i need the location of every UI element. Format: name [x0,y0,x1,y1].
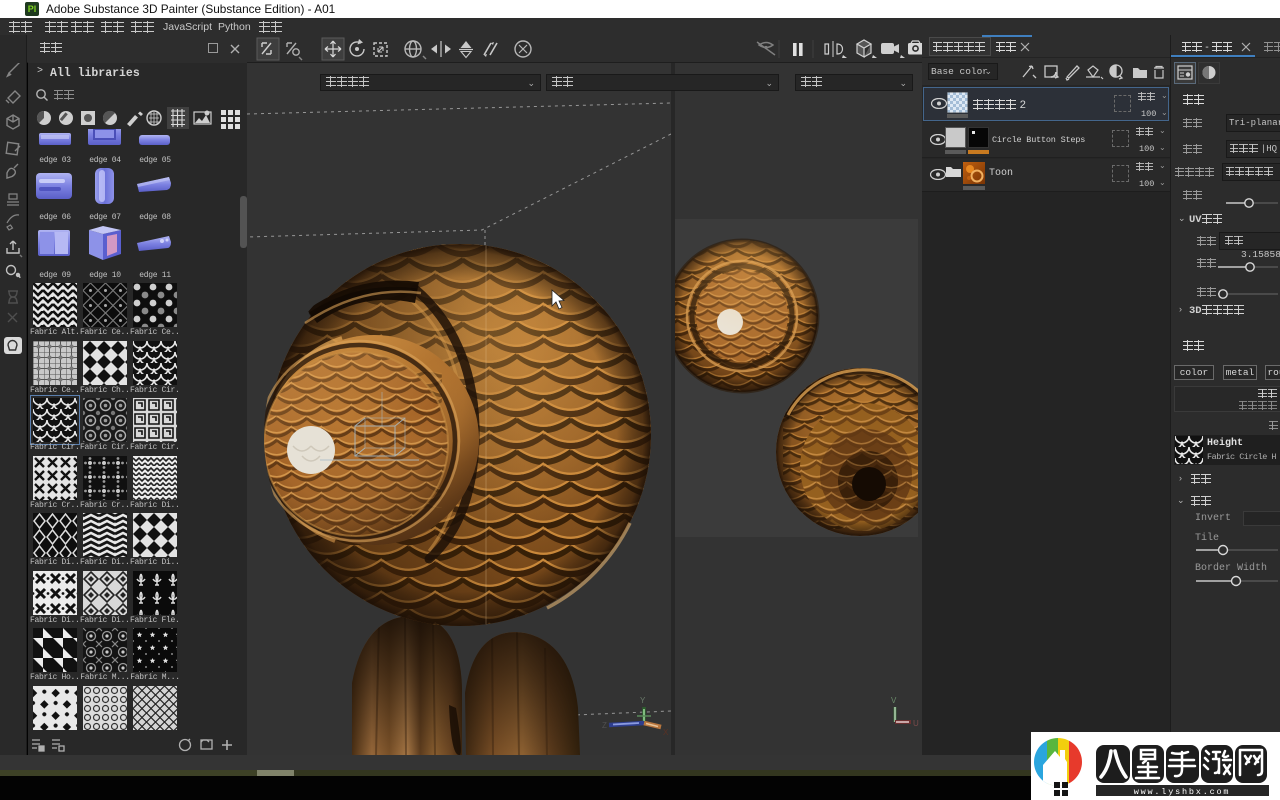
svg-text:V: V [891,696,897,705]
svg-text:Y: Y [640,696,646,705]
svg-text:U: U [913,719,919,728]
svg-text:www.lyshbx.com: www.lyshbx.com [1134,787,1231,797]
svg-text:Z: Z [602,721,607,730]
svg-text:X: X [663,728,669,737]
